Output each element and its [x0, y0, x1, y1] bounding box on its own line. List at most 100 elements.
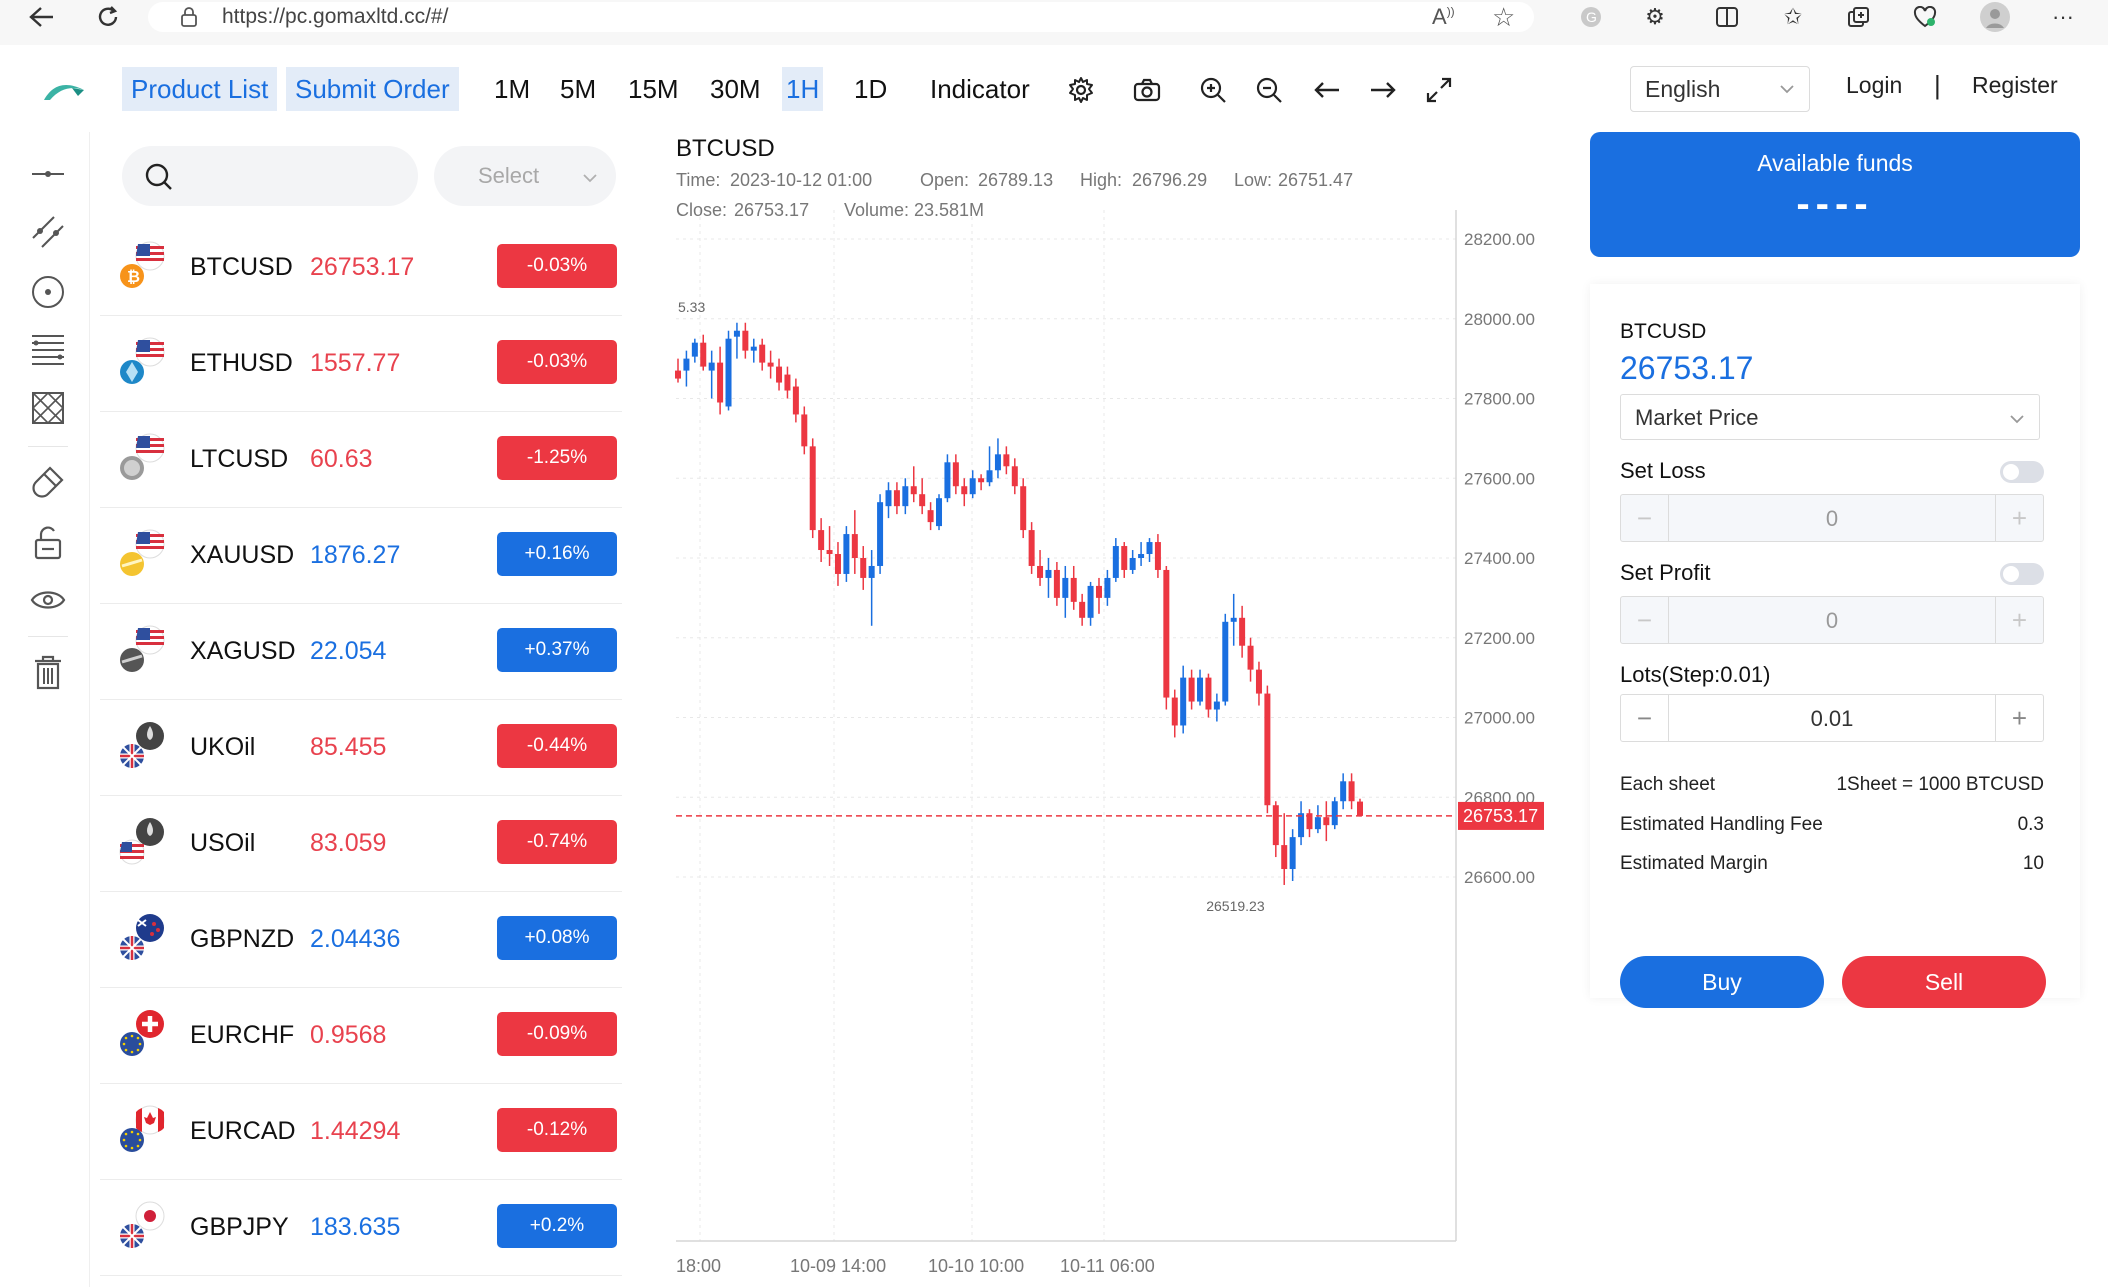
- period-1m[interactable]: 1M: [490, 67, 534, 111]
- change-badge: -0.44%: [497, 724, 617, 768]
- set-profit-plus-button[interactable]: +: [1995, 597, 2043, 643]
- register-link[interactable]: Register: [1972, 72, 2058, 99]
- product-row-ukoil[interactable]: UKOil 85.455 -0.44%: [100, 700, 622, 796]
- tab-product-list[interactable]: Product List: [122, 67, 278, 111]
- product-row-usoil[interactable]: USOil 83.059 -0.74%: [100, 796, 622, 892]
- circle-tool-icon[interactable]: [28, 272, 68, 312]
- set-loss-input[interactable]: 0: [1669, 506, 1995, 532]
- product-row-xauusd[interactable]: XAUUSD 1876.27 +0.16%: [100, 508, 622, 604]
- lots-minus-button[interactable]: −: [1621, 695, 1669, 741]
- language-select[interactable]: English: [1630, 66, 1810, 112]
- extensions-icon[interactable]: ⚙: [1638, 2, 1672, 32]
- back-icon[interactable]: [18, 0, 66, 34]
- set-profit-minus-button[interactable]: −: [1621, 597, 1669, 643]
- period-1d[interactable]: 1D: [850, 67, 891, 111]
- candle-body: [1112, 546, 1119, 578]
- zoom-out-icon[interactable]: [1252, 73, 1286, 107]
- set-profit-toggle[interactable]: [2000, 563, 2044, 585]
- candle-body: [1138, 554, 1145, 558]
- margin-row: Estimated Margin 10: [1620, 853, 2044, 875]
- sell-button[interactable]: Sell: [1842, 956, 2046, 1008]
- zoom-in-icon[interactable]: [1196, 73, 1230, 107]
- candle-body: [1340, 781, 1347, 802]
- toolbar-divider: [28, 636, 68, 637]
- trend-line-tool-icon[interactable]: [28, 212, 68, 252]
- trash-delete-icon[interactable]: [28, 652, 68, 692]
- product-row-btcusd[interactable]: ₿ BTCUSD 26753.17 -0.03%: [100, 220, 622, 316]
- gann-box-tool-icon[interactable]: [28, 388, 68, 428]
- indicator-button[interactable]: Indicator: [930, 67, 1030, 111]
- lots-plus-button[interactable]: +: [1995, 695, 2043, 741]
- app-header: Product List Submit Order 1M 5M 15M 30M …: [8, 48, 2108, 132]
- login-link[interactable]: Login: [1846, 72, 1902, 99]
- browser-toolbar: https://pc.gomaxltd.cc/#/ A)) ☆ G ⚙ ✩ ··…: [0, 0, 2108, 45]
- search-input[interactable]: [122, 146, 418, 206]
- product-row-eurchf[interactable]: EURCHF 0.9568 -0.09%: [100, 988, 622, 1084]
- product-price: 1.44294: [310, 1117, 401, 1145]
- gold-usd-flag-icon: [114, 526, 170, 582]
- collections-icon[interactable]: [1842, 2, 1876, 32]
- period-15m[interactable]: 15M: [624, 67, 683, 111]
- set-loss-toggle[interactable]: [2000, 461, 2044, 483]
- settings-gear-icon[interactable]: [1064, 73, 1098, 107]
- high-label: High:: [1080, 170, 1122, 190]
- horizontal-line-tool-icon[interactable]: [28, 154, 68, 194]
- arrow-left-icon[interactable]: [1310, 73, 1344, 107]
- favorites-icon[interactable]: ✩: [1776, 2, 1810, 32]
- period-1h[interactable]: 1H: [782, 67, 824, 111]
- candle-body: [1247, 645, 1254, 670]
- set-loss-plus-button[interactable]: +: [1995, 495, 2043, 541]
- product-row-gbpnzd[interactable]: GBPNZD 2.04436 +0.08%: [100, 892, 622, 988]
- gbp-nzd-flag-icon: [114, 910, 170, 966]
- set-loss-minus-button[interactable]: −: [1621, 495, 1669, 541]
- set-profit-input[interactable]: 0: [1669, 608, 1995, 634]
- fullscreen-expand-icon[interactable]: [1422, 73, 1456, 107]
- camera-icon[interactable]: [1130, 73, 1164, 107]
- svg-text:₿: ₿: [127, 268, 140, 286]
- product-price: 183.635: [310, 1213, 401, 1241]
- candlestick-chart[interactable]: 28200.00 28000.00 27800.00 27600.00 27400.00…: [648, 132, 1578, 1287]
- high-value: 26796.29: [1132, 170, 1207, 190]
- order-price: 26753.17: [1620, 350, 1754, 386]
- profile-avatar-icon[interactable]: [1978, 2, 2012, 32]
- candle-body: [1062, 577, 1069, 598]
- buy-button[interactable]: Buy: [1620, 956, 1824, 1008]
- address-bar[interactable]: https://pc.gomaxltd.cc/#/ A)) ☆: [148, 2, 1534, 32]
- candle-body: [801, 414, 808, 447]
- split-screen-icon[interactable]: [1710, 2, 1744, 32]
- candle-body: [885, 490, 892, 507]
- unlock-icon[interactable]: [28, 522, 68, 562]
- product-row-ltcusd[interactable]: LTCUSD 60.63 -1.25%: [100, 412, 622, 508]
- product-row-xagusd[interactable]: XAGUSD 22.054 +0.37%: [100, 604, 622, 700]
- candle-body: [708, 362, 715, 371]
- read-aloud-icon[interactable]: A)): [1432, 4, 1455, 30]
- grammarly-icon[interactable]: G: [1574, 2, 1608, 32]
- product-row-ethusd[interactable]: ETHUSD 1557.77 -0.03%: [100, 316, 622, 412]
- candle-body: [1298, 813, 1305, 838]
- price-type-select[interactable]: Market Price: [1620, 394, 2040, 440]
- magnet-tool-icon[interactable]: [28, 462, 68, 502]
- browser-essentials-icon[interactable]: [1908, 2, 1942, 32]
- product-row-gbpjpy[interactable]: GBPJPY 183.635 +0.2%: [100, 1180, 622, 1276]
- price-chart[interactable]: 28200.00 28000.00 27800.00 27600.00 27400.00…: [648, 132, 1578, 1287]
- arrow-right-icon[interactable]: [1366, 73, 1400, 107]
- product-row-eurcad[interactable]: EURCAD 1.44294 -0.12%: [100, 1084, 622, 1180]
- candle-body: [683, 358, 690, 371]
- more-options-icon[interactable]: ···: [2046, 2, 2080, 32]
- candle-body: [1045, 569, 1052, 578]
- period-5m[interactable]: 5M: [556, 67, 600, 111]
- visibility-eye-icon[interactable]: [28, 580, 68, 620]
- brand-logo-icon[interactable]: [42, 78, 86, 104]
- url-text: https://pc.gomaxltd.cc/#/: [222, 5, 449, 28]
- period-30m[interactable]: 30M: [706, 67, 765, 111]
- refresh-icon[interactable]: [84, 0, 132, 34]
- product-price: 22.054: [310, 637, 387, 665]
- product-symbol: LTCUSD: [190, 445, 289, 473]
- tab-submit-order[interactable]: Submit Order: [286, 67, 459, 111]
- lots-input[interactable]: 0.01: [1669, 706, 1995, 732]
- favorite-star-icon[interactable]: ☆: [1492, 2, 1515, 33]
- candle-body: [834, 554, 841, 574]
- product-symbol: EURCHF: [190, 1021, 295, 1049]
- category-select[interactable]: Select: [434, 146, 616, 206]
- fibonacci-tool-icon[interactable]: [28, 330, 68, 370]
